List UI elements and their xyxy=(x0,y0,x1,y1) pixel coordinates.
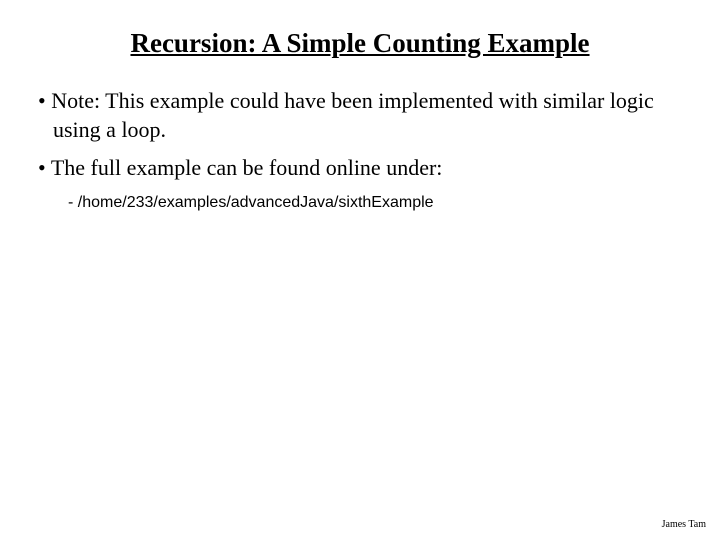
footer-author: James Tam xyxy=(662,519,706,530)
sub-item-path: /home/233/examples/advancedJava/sixthExa… xyxy=(38,193,690,212)
bullet-item: The full example can be found online und… xyxy=(38,154,690,183)
bullet-list: Note: This example could have been imple… xyxy=(30,87,690,212)
slide-title: Recursion: A Simple Counting Example xyxy=(30,28,690,59)
bullet-item: Note: This example could have been imple… xyxy=(38,87,690,144)
